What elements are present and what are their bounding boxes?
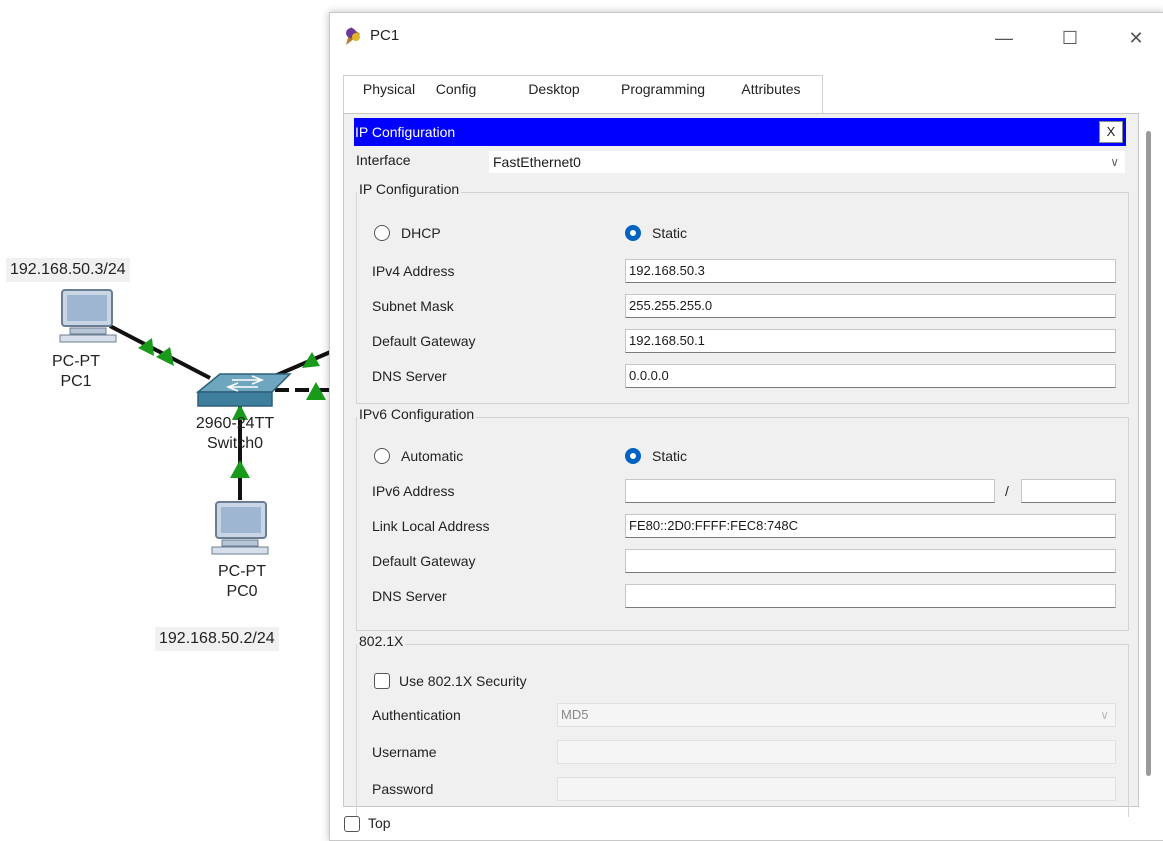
authentication-select[interactable]: MD5 ∨ — [557, 703, 1116, 727]
prefix-separator: / — [1005, 483, 1009, 499]
pc0-name-label: PC0 — [226, 583, 258, 600]
dot1x-group-title: 802.1X — [357, 633, 406, 649]
chevron-down-icon: ∨ — [1110, 155, 1119, 169]
maximize-icon: ☐ — [1061, 27, 1079, 48]
ipv6-gateway-label: Default Gateway — [372, 553, 476, 569]
ipv4-static-radio[interactable] — [625, 225, 641, 241]
ip-config-header: IP Configuration X — [354, 118, 1126, 146]
vertical-scrollbar[interactable] — [1146, 131, 1151, 776]
pc0-computer-icon[interactable] — [211, 501, 269, 555]
ip-config-close-button[interactable]: X — [1099, 121, 1123, 143]
pc1-computer-icon[interactable] — [59, 289, 117, 343]
switch-name-label: Switch0 — [206, 435, 264, 452]
dhcp-radio[interactable] — [374, 225, 390, 241]
ipv4-gateway-input[interactable]: 192.168.50.1 — [625, 329, 1116, 353]
ipv4-static-label: Static — [652, 225, 688, 241]
ipv6-config-group: IPv6 Configuration Automatic Static IPv6… — [356, 406, 1129, 631]
link-local-input[interactable]: FE80::2D0:FFFF:FEC8:748C — [625, 514, 1116, 538]
ipv6-automatic-label: Automatic — [401, 448, 464, 464]
link-up-indicator — [230, 460, 250, 478]
username-input[interactable] — [557, 740, 1116, 764]
minimize-button[interactable]: — — [984, 23, 1024, 53]
top-checkbox[interactable] — [344, 816, 360, 832]
username-label: Username — [372, 744, 437, 760]
top-label: Top — [368, 815, 391, 831]
pc0-type-label: PC-PT — [218, 563, 266, 580]
ipv4-gateway-label: Default Gateway — [372, 333, 476, 349]
ipv6-address-input[interactable] — [625, 479, 995, 503]
interface-label: Interface — [356, 152, 411, 168]
authentication-label: Authentication — [372, 707, 461, 723]
interface-select[interactable]: FastEthernet0 ∨ — [489, 151, 1125, 173]
packet-tracer-app-icon — [346, 27, 360, 45]
ipv4-address-input[interactable]: 192.168.50.3 — [625, 259, 1116, 283]
pc1-ip-label: 192.168.50.3/24 — [6, 258, 130, 282]
ipv6-dns-input[interactable] — [625, 584, 1116, 608]
ipv6-automatic-radio[interactable] — [374, 448, 390, 464]
pc1-type-label: PC-PT — [52, 353, 100, 370]
ipv6-dns-label: DNS Server — [372, 588, 447, 604]
ipv6-address-label: IPv6 Address — [372, 483, 455, 499]
tab-config[interactable]: Config — [433, 75, 479, 113]
password-input[interactable] — [557, 777, 1116, 801]
pc0-ip-label: 192.168.50.2/24 — [155, 627, 279, 651]
ipv6-static-label: Static — [652, 448, 688, 464]
pc1-name-label: PC1 — [60, 373, 92, 390]
ipv4-group-title: IP Configuration — [357, 181, 462, 197]
link-pc1-switch[interactable] — [109, 324, 211, 380]
subnet-mask-label: Subnet Mask — [372, 298, 454, 314]
switch-model-label: 2960-24TT — [195, 415, 275, 432]
ipv6-static-radio[interactable] — [625, 448, 641, 464]
ipv4-dns-input[interactable]: 0.0.0.0 — [625, 364, 1116, 388]
use-dot1x-checkbox[interactable] — [374, 673, 390, 689]
dhcp-label: DHCP — [401, 225, 441, 241]
ipv4-config-group: IP Configuration DHCP Static IPv4 Addres… — [356, 181, 1129, 404]
dot1x-group: 802.1X Use 802.1X Security Authenticatio… — [356, 633, 1129, 817]
ipv6-gateway-input[interactable] — [625, 549, 1116, 573]
password-label: Password — [372, 781, 434, 797]
ipv4-address-label: IPv4 Address — [372, 263, 455, 279]
use-dot1x-label: Use 802.1X Security — [399, 673, 527, 689]
pc1-window: PC1 — ☐ ✕ Physical Config Desktop Progra… — [329, 12, 1163, 841]
window-title: PC1 — [370, 27, 400, 44]
ipv6-prefix-input[interactable] — [1021, 479, 1116, 503]
subnet-mask-input[interactable]: 255.255.255.0 — [625, 294, 1116, 318]
maximize-button[interactable]: ☐ — [1050, 23, 1090, 53]
title-bar[interactable]: PC1 — ☐ ✕ — [330, 13, 1163, 63]
desktop-content: IP Configuration X Interface FastEtherne… — [343, 113, 1139, 817]
link-up-indicator — [302, 352, 320, 368]
ipv6-group-title: IPv6 Configuration — [357, 406, 477, 422]
tab-programming[interactable]: Programming — [613, 75, 713, 113]
tab-desktop[interactable]: Desktop — [511, 75, 597, 116]
interface-value: FastEthernet0 — [493, 154, 581, 170]
close-icon: ✕ — [1128, 27, 1144, 48]
tab-attributes[interactable]: Attributes — [733, 75, 809, 113]
close-window-button[interactable]: ✕ — [1116, 23, 1156, 53]
ipv4-dns-label: DNS Server — [372, 368, 447, 384]
chevron-down-icon: ∨ — [1100, 708, 1109, 722]
ip-config-header-title: IP Configuration — [355, 124, 456, 140]
tab-physical[interactable]: Physical — [356, 75, 422, 113]
minimize-icon: — — [995, 27, 1013, 48]
authentication-value: MD5 — [561, 707, 589, 722]
link-local-label: Link Local Address — [372, 518, 490, 534]
